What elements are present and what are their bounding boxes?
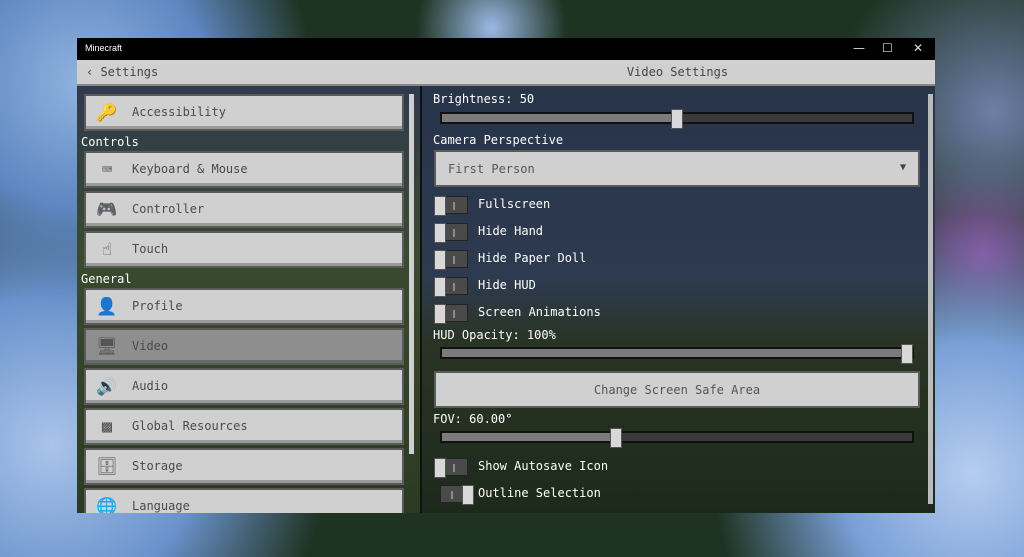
toggle-switch[interactable]: [440, 485, 474, 505]
window-title: Minecraft: [85, 43, 123, 53]
panel-scrollbar[interactable]: [928, 94, 933, 504]
sidebar-item-label: Keyboard & Mouse: [132, 162, 248, 176]
sidebar-item-label: Controller: [132, 202, 205, 216]
key-icon: 🔑: [96, 103, 118, 123]
language-icon: 🌐: [96, 497, 118, 513]
title-bar: Minecraft — ☐ ✕: [77, 38, 935, 60]
toggle-switch[interactable]: [434, 250, 468, 270]
slider-knob[interactable]: [901, 344, 914, 364]
section-controls: Controls: [81, 135, 139, 149]
slider-fill: [442, 114, 677, 122]
brightness-slider[interactable]: [440, 109, 914, 129]
toggle-label: Outline Selection: [478, 486, 601, 500]
sidebar-item-label: Storage: [132, 459, 183, 473]
toggle-switch[interactable]: [434, 223, 468, 243]
change-screen-safe-area-button[interactable]: Change Screen Safe Area: [434, 371, 920, 408]
minimize-button[interactable]: —: [853, 41, 865, 55]
maximize-button[interactable]: ☐: [882, 41, 893, 55]
sidebar-item-profile[interactable]: 👤 Profile: [84, 288, 404, 325]
toggle-mark: [451, 491, 453, 499]
slider-knob[interactable]: [671, 109, 683, 129]
camera-perspective-dropdown[interactable]: First Person ▼: [434, 150, 920, 187]
grass-block-icon: ▩: [101, 417, 113, 437]
sidebar-item-audio[interactable]: 🔊 Audio: [84, 368, 404, 405]
sidebar-item-label: Global Resources: [132, 419, 248, 433]
slider-fill: [442, 349, 908, 357]
toggle-label: Show Autosave Icon: [478, 459, 609, 473]
speaker-icon: 🔊: [96, 377, 118, 397]
toggle-knob: [434, 223, 446, 243]
sidebar-item-touch[interactable]: ☝ Touch: [84, 231, 404, 268]
sidebar-item-label: Accessibility: [132, 105, 226, 119]
toggle-knob: [462, 485, 474, 505]
sidebar-item-label: Audio: [132, 379, 169, 393]
sidebar-item-storage[interactable]: 🗄 Storage: [84, 448, 404, 485]
toggle-mark: [453, 256, 455, 264]
toggle-switch[interactable]: [434, 196, 468, 216]
toggle-label: Hide HUD: [478, 278, 536, 292]
toggle-knob: [434, 196, 446, 216]
page-title: Video Settings: [626, 65, 729, 79]
sidebar-item-label: Touch: [132, 242, 169, 256]
minecraft-window: Minecraft — ☐ ✕ ‹ Settings Video Setting…: [77, 38, 935, 513]
settings-sidebar: Controls General 🔑 Accessibility ⌨ Keyboard…: [77, 86, 420, 513]
dropdown-value: First Person: [448, 162, 535, 176]
touch-icon: ☝: [101, 240, 113, 260]
back-button[interactable]: ‹ Settings: [86, 65, 158, 79]
toggle-switch[interactable]: [434, 304, 468, 324]
slider-knob[interactable]: [609, 428, 622, 448]
toggle-label: Hide Hand: [478, 224, 544, 238]
hud-opacity-label: HUD Opacity: 100%: [433, 328, 556, 342]
toggle-knob: [434, 250, 446, 270]
video-settings-panel: Brightness: 50 Camera Perspective First …: [420, 86, 935, 513]
chevron-down-icon: ▼: [899, 162, 906, 173]
toggle-mark: [453, 310, 455, 318]
settings-header: ‹ Settings Video Settings: [77, 60, 935, 86]
sidebar-item-language[interactable]: 🌐 Language: [84, 488, 404, 513]
toggle-knob: [434, 277, 446, 297]
fov-label: FOV: 60.00°: [433, 412, 513, 426]
slider-fill: [442, 433, 616, 441]
section-general: General: [81, 272, 132, 286]
sidebar-item-label: Profile: [132, 299, 183, 313]
controller-icon: 🎮: [96, 200, 118, 220]
sidebar-item-label: Video: [132, 339, 169, 353]
sidebar-item-keyboard-mouse[interactable]: ⌨ Keyboard & Mouse: [84, 151, 404, 188]
brightness-label: Brightness: 50: [433, 92, 535, 106]
toggle-mark: [453, 464, 455, 472]
toggle-mark: [453, 229, 455, 237]
storage-icon: 🗄: [96, 457, 118, 477]
profile-icon: 👤: [96, 297, 118, 317]
close-button[interactable]: ✕: [913, 41, 923, 55]
sidebar-item-controller[interactable]: 🎮 Controller: [84, 191, 404, 228]
toggle-knob: [434, 458, 446, 478]
keyboard-icon: ⌨: [101, 160, 113, 180]
toggle-switch[interactable]: [434, 277, 468, 297]
hud-opacity-slider[interactable]: [440, 344, 914, 364]
toggle-switch[interactable]: [434, 458, 468, 478]
camera-perspective-label: Camera Perspective: [433, 133, 564, 147]
sidebar-scrollbar[interactable]: [409, 94, 414, 454]
toggle-mark: [453, 202, 455, 210]
sidebar-item-accessibility[interactable]: 🔑 Accessibility: [84, 94, 404, 131]
sidebar-item-global-resources[interactable]: ▩ Global Resources: [84, 408, 404, 445]
toggle-label: Hide Paper Doll: [478, 251, 587, 265]
fov-slider[interactable]: [440, 428, 914, 448]
sidebar-item-video[interactable]: 🖥 Video: [84, 328, 404, 365]
toggle-mark: [453, 283, 455, 291]
sidebar-item-label: Language: [132, 499, 190, 513]
toggle-label: Screen Animations: [478, 305, 601, 319]
toggle-knob: [434, 304, 446, 324]
monitor-icon: 🖥: [96, 337, 118, 357]
toggle-label: Fullscreen: [478, 197, 551, 211]
